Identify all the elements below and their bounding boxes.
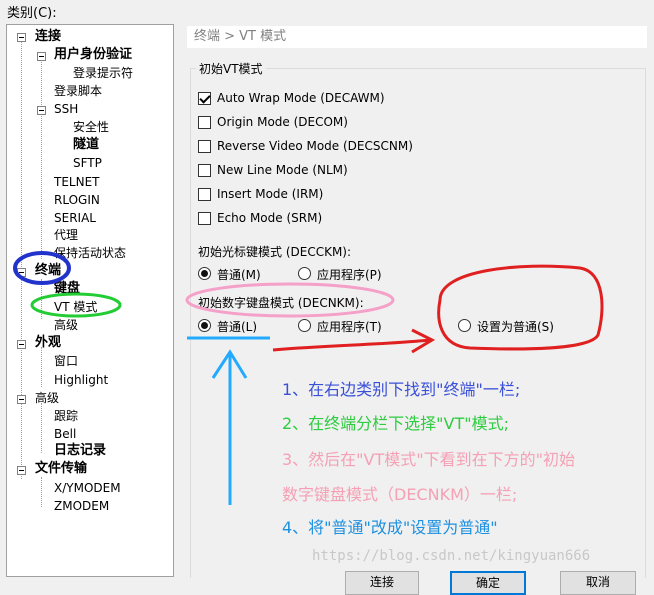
cancel-button[interactable]: 取消 xyxy=(560,571,636,595)
red-arrow-line xyxy=(272,338,431,352)
note-step-2: 2、在终端分栏下选择"VT"模式; xyxy=(282,414,510,433)
note-step-1: 1、在右边类别下找到"终端"一栏; xyxy=(282,380,521,399)
red-circle-mark xyxy=(437,264,604,351)
ok-button[interactable]: 确定 xyxy=(450,571,526,595)
pink-circle-mark xyxy=(185,282,395,318)
note-step-4: 4、将"普通"改成"设置为普通" xyxy=(282,518,498,537)
blue-circle-mark xyxy=(13,251,71,285)
green-circle-mark xyxy=(30,292,122,318)
note-step-3a: 3、然后在"VT模式"下看到在下方的"初始 xyxy=(282,450,575,469)
note-step-3b: 数字键盘模式（DECNKM）一栏; xyxy=(282,485,518,504)
watermark: https://blog.csdn.net/kingyuan666 xyxy=(312,548,591,564)
connect-button[interactable]: 连接 xyxy=(345,571,419,595)
